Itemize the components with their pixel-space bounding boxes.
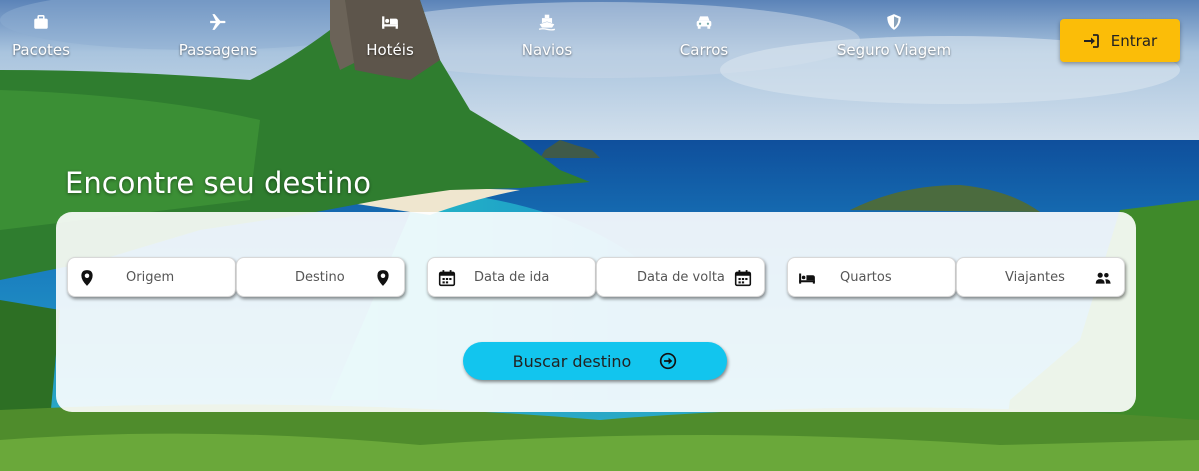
login-button-label: Entrar <box>1110 31 1158 50</box>
map-pin-icon <box>374 269 392 287</box>
departure-date-placeholder: Data de ida <box>474 270 550 285</box>
calendar-icon <box>734 269 752 287</box>
page: Pacotes Passagens Hotéis Navios Carros S… <box>0 0 1199 471</box>
rooms-placeholder: Quartos <box>840 270 892 285</box>
origin-field[interactable]: Origem <box>67 257 236 297</box>
travelers-field[interactable]: Viajantes <box>956 257 1125 297</box>
departure-date-field[interactable]: Data de ida <box>427 257 596 297</box>
suitcase-icon <box>0 10 101 32</box>
shield-icon <box>834 10 954 32</box>
nav-item-navios[interactable]: Navios <box>487 10 607 59</box>
nav-item-seguro-viagem[interactable]: Seguro Viagem <box>834 10 954 59</box>
return-date-placeholder: Data de volta <box>637 270 725 285</box>
rooms-field[interactable]: Quartos <box>787 257 956 297</box>
nav-item-label: Seguro Viagem <box>836 41 952 59</box>
search-panel: Origem Destino Data de ida Data de volta <box>56 212 1136 412</box>
sign-in-icon <box>1083 33 1099 49</box>
arrow-circle-right-icon <box>659 352 677 370</box>
nav-item-label: Carros <box>679 41 729 59</box>
return-date-field[interactable]: Data de volta <box>596 257 765 297</box>
bed-icon <box>330 10 450 32</box>
map-pin-icon <box>78 269 96 287</box>
destination-placeholder: Destino <box>295 270 345 285</box>
travelers-placeholder: Viajantes <box>1005 270 1065 285</box>
car-icon <box>644 10 764 32</box>
search-button-label: Buscar destino <box>512 351 632 371</box>
origin-placeholder: Origem <box>126 270 175 285</box>
nav-item-carros[interactable]: Carros <box>644 10 764 59</box>
nav-item-passagens[interactable]: Passagens <box>158 10 278 59</box>
route-field-group: Origem Destino <box>67 257 405 297</box>
users-icon <box>1094 269 1112 287</box>
destination-field[interactable]: Destino <box>236 257 405 297</box>
nav-item-label: Pacotes <box>12 41 70 59</box>
ship-icon <box>487 10 607 32</box>
login-button[interactable]: Entrar <box>1060 19 1180 62</box>
page-title: Encontre seu destino <box>65 166 371 200</box>
search-destination-button[interactable]: Buscar destino <box>463 342 727 380</box>
top-navigation: Pacotes Passagens Hotéis Navios Carros S… <box>0 0 1199 70</box>
plane-icon <box>158 10 278 32</box>
nav-item-label: Hotéis <box>366 41 414 59</box>
calendar-icon <box>438 269 456 287</box>
accommodation-field-group: Quartos Viajantes <box>787 257 1125 297</box>
nav-item-hoteis[interactable]: Hotéis <box>330 10 450 59</box>
dates-field-group: Data de ida Data de volta <box>427 257 765 297</box>
nav-item-label: Passagens <box>178 41 258 59</box>
nav-item-label: Navios <box>521 41 573 59</box>
bed-icon <box>798 269 816 287</box>
nav-item-pacotes[interactable]: Pacotes <box>0 10 101 59</box>
